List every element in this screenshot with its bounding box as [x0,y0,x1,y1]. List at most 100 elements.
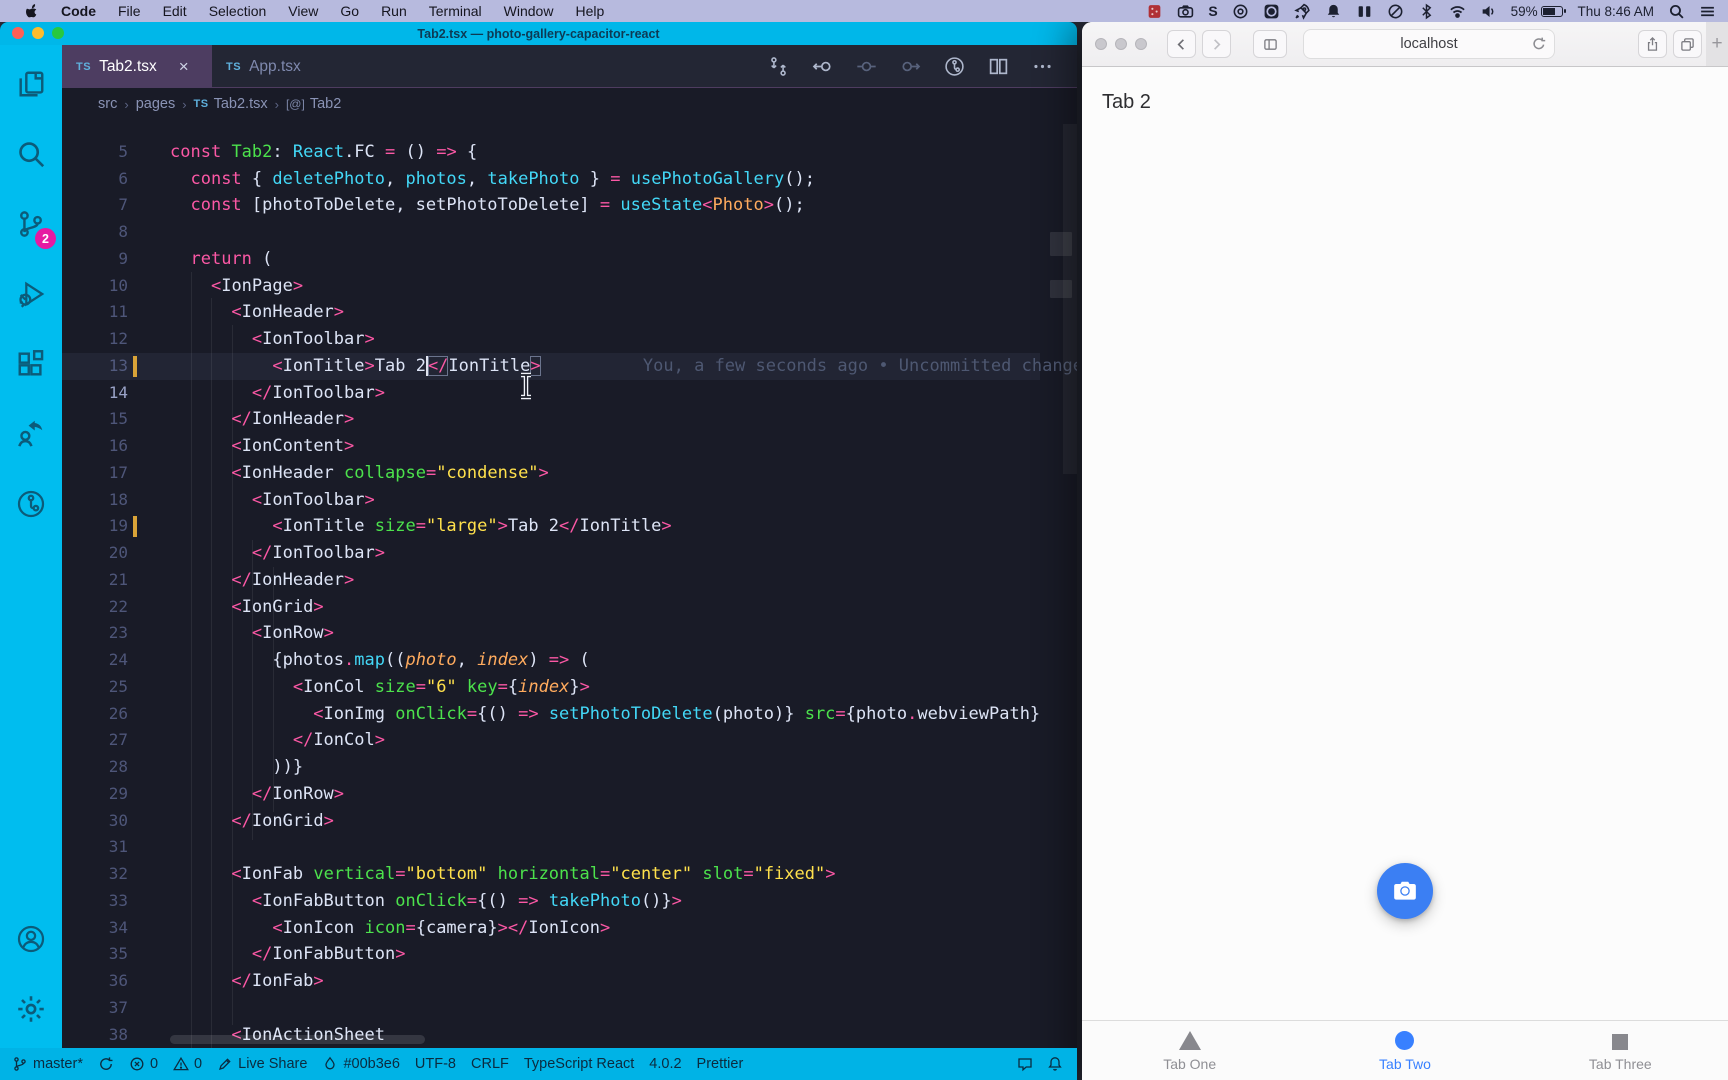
menu-item-file[interactable]: File [107,0,152,22]
code-line-13[interactable]: 13 <IonToolbar> [62,326,1040,375]
code-line-12[interactable]: 12 <IonHeader> [62,299,1040,348]
code-line-8[interactable]: 8 const [photoToDelete, setPhotoToDelete… [62,192,1040,241]
menu-item-view[interactable]: View [277,0,329,22]
code-line-16[interactable]: 16 </IonHeader> [62,406,1040,455]
code-editor[interactable]: 5 6 const Tab2: React.FC = () => { 7 con… [62,120,1077,1048]
compare-changes-icon[interactable] [761,49,795,83]
code-line-33[interactable]: 33 <IonFab vertical="bottom" horizontal=… [62,861,1040,910]
code-line-31[interactable]: 31 </IonGrid> [62,808,1040,857]
columns-icon[interactable] [1356,3,1373,20]
minimap[interactable] [1050,280,1072,298]
sidebar-toggle-icon[interactable] [1253,30,1287,58]
explorer-icon[interactable] [0,53,62,115]
apple-menu-icon[interactable] [14,0,50,22]
breadcrumb-item[interactable]: pages [136,96,176,112]
status-0[interactable]: 0 [129,1056,158,1072]
menu-item-window[interactable]: Window [493,0,565,22]
code-line-36[interactable]: 36 </IonFabButton> [62,941,1040,990]
menu-item-help[interactable]: Help [564,0,615,22]
source-control-icon[interactable]: 2 [0,193,62,255]
previous-change-icon[interactable] [805,49,839,83]
status-master-[interactable]: master* [12,1056,83,1072]
close-window-button[interactable] [1095,38,1107,50]
ionic-tab-tab-one[interactable]: Tab One [1082,1021,1297,1080]
volume-icon[interactable] [1480,3,1497,20]
bluetooth-icon[interactable] [1418,3,1435,20]
do-not-disturb-icon[interactable] [1387,3,1404,20]
gitlens-circle-icon[interactable] [0,473,62,535]
wifi-icon[interactable] [1449,3,1466,20]
code-line-29[interactable]: 29 ))} [62,754,1040,803]
menu-item-edit[interactable]: Edit [152,0,198,22]
status-sync-icon[interactable] [98,1056,114,1072]
menu-item-code[interactable]: Code [50,0,107,22]
code-line-34[interactable]: 34 <IonFabButton onClick={() => takePhot… [62,888,1040,937]
status-0[interactable]: 0 [173,1056,202,1072]
editor-hscrollbar[interactable] [170,1035,425,1044]
window-icon[interactable] [1263,3,1280,20]
code-line-20[interactable]: 20 <IonTitle size="large">Tab 2</IonTitl… [62,513,1040,562]
live-share-icon[interactable] [0,403,62,465]
forward-button[interactable] [1202,30,1231,58]
editor-tab-app.tsx[interactable]: TS App.tsx [212,45,362,88]
menu-item-run[interactable]: Run [370,0,418,22]
status-crlf[interactable]: CRLF [471,1056,509,1072]
code-line-10[interactable]: 10 return ( [62,246,1040,295]
breadcrumb-item[interactable]: TS Tab2.tsx [194,96,268,112]
editor-tab-tab2.tsx[interactable]: TS Tab2.tsx × [62,45,212,88]
spotlight-icon[interactable] [1668,3,1685,20]
reload-icon[interactable] [1531,36,1547,56]
code-line-25[interactable]: 25 {photos.map((photo, index) => ( [62,647,1040,696]
code-line-27[interactable]: 27 <IonImg onClick={() => setPhotoToDele… [62,701,1040,750]
minimap[interactable] [1050,232,1072,256]
share-icon[interactable] [1638,30,1667,58]
code-line-11[interactable]: 11 <IonPage> [62,273,1040,322]
vscode-titlebar[interactable]: Tab2.tsx — photo-gallery-capacitor-react [0,22,1077,45]
run-debug-icon[interactable] [0,263,62,325]
code-line-24[interactable]: 24 <IonRow> [62,620,1040,669]
status--00b3e6[interactable]: #00b3e6 [322,1056,400,1072]
menu-item-terminal[interactable]: Terminal [418,0,493,22]
menu-item-go[interactable]: Go [329,0,370,22]
status-typescript-react[interactable]: TypeScript React [524,1056,634,1072]
code-line-7[interactable]: 7 const { deletePhoto, photos, takePhoto… [62,166,1040,215]
current-change-icon[interactable] [849,49,883,83]
code-line-21[interactable]: 21 </IonToolbar> [62,540,1040,589]
code-line-14[interactable]: 14 <IonTitle>Tab 2 </IonTitle> You, a few… [62,352,1077,402]
minimize-window-button[interactable] [1115,38,1127,50]
camera-icon[interactable] [1177,3,1194,20]
next-change-icon[interactable] [893,49,927,83]
account-icon[interactable] [0,908,62,970]
code-line-5[interactable]: 5 [62,120,1040,161]
extensions-icon[interactable] [0,333,62,395]
split-editor-icon[interactable] [981,49,1015,83]
settings-gear-icon[interactable] [0,978,62,1040]
code-line-17[interactable]: 17 <IonContent> [62,433,1040,482]
breadcrumb-item[interactable]: [@] Tab2 [286,96,341,112]
close-window-button[interactable] [12,27,24,39]
notifications-bell-icon[interactable] [1047,1056,1063,1072]
tab-overview-icon[interactable] [1673,30,1702,58]
film-icon[interactable] [1146,3,1163,20]
zoom-window-button[interactable] [1135,38,1147,50]
s-status-icon[interactable]: S [1208,3,1217,19]
new-tab-button[interactable]: + [1706,22,1728,66]
battery-status[interactable]: 59% [1511,4,1567,19]
code-line-26[interactable]: 26 <IonCol size="6" key={index}> [62,674,1040,723]
code-line-30[interactable]: 30 </IonRow> [62,781,1040,830]
code-line-22[interactable]: 22 </IonHeader> [62,567,1040,616]
code-line-6[interactable]: 6 const Tab2: React.FC = () => { [62,139,1040,188]
status-4-0-2[interactable]: 4.0.2 [649,1056,681,1072]
code-line-19[interactable]: 19 <IonToolbar> [62,487,1040,536]
clock[interactable]: Thu 8:46 AM [1577,4,1654,19]
zoom-window-button[interactable] [52,27,64,39]
ionic-tab-tab-three[interactable]: Tab Three [1513,1021,1728,1080]
status-prettier[interactable]: Prettier [697,1056,744,1072]
code-line-35[interactable]: 35 <IonIcon icon={camera}></IonIcon> [62,915,1040,964]
code-line-23[interactable]: 23 <IonGrid> [62,594,1040,643]
gitlens-icon[interactable] [937,49,971,83]
breadcrumb-item[interactable]: src [98,96,117,112]
back-button[interactable] [1167,30,1196,58]
code-line-18[interactable]: 18 <IonHeader collapse="condense"> [62,460,1040,509]
control-center-icon[interactable] [1699,3,1716,20]
